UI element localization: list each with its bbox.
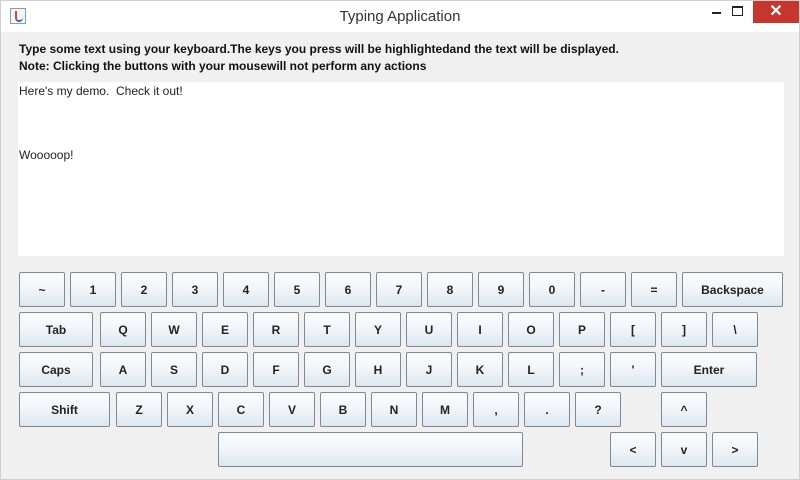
key-c[interactable]: C — [218, 392, 264, 427]
key-5[interactable]: 5 — [274, 272, 320, 307]
key-b[interactable]: B — [320, 392, 366, 427]
key-y[interactable]: Y — [355, 312, 401, 347]
key-right-arrow[interactable]: > — [712, 432, 758, 467]
key-u[interactable]: U — [406, 312, 452, 347]
key-t[interactable]: T — [304, 312, 350, 347]
window-title: Typing Application — [339, 8, 461, 25]
key-3[interactable]: 3 — [172, 272, 218, 307]
key-period[interactable]: . — [524, 392, 570, 427]
key-semicolon[interactable]: ; — [559, 352, 605, 387]
key-j[interactable]: J — [406, 352, 452, 387]
key-8[interactable]: 8 — [427, 272, 473, 307]
key-tab[interactable]: Tab — [19, 312, 93, 347]
key-h[interactable]: H — [355, 352, 401, 387]
key-l[interactable]: L — [508, 352, 554, 387]
text-line: Here's my demo. Check it out! — [19, 84, 183, 98]
key-k[interactable]: K — [457, 352, 503, 387]
minimize-icon — [712, 12, 721, 14]
key-v[interactable]: V — [269, 392, 315, 427]
key-p[interactable]: P — [559, 312, 605, 347]
maximize-icon — [732, 6, 743, 16]
key-g[interactable]: G — [304, 352, 350, 387]
close-button[interactable]: ✕ — [753, 1, 799, 23]
key-w[interactable]: W — [151, 312, 197, 347]
key-f[interactable]: F — [253, 352, 299, 387]
key-0[interactable]: 0 — [529, 272, 575, 307]
app-window: Typing Application ✕ Type some text usin… — [0, 0, 800, 480]
key-left-arrow[interactable]: < — [610, 432, 656, 467]
key-d[interactable]: D — [202, 352, 248, 387]
key-down-arrow[interactable]: v — [661, 432, 707, 467]
instruction-line-1: Type some text using your keyboard.The k… — [19, 42, 619, 56]
close-icon: ✕ — [769, 3, 783, 20]
key-e[interactable]: E — [202, 312, 248, 347]
key-apostrophe[interactable]: ' — [610, 352, 656, 387]
key-caps[interactable]: Caps — [19, 352, 93, 387]
typing-text-area[interactable]: Here's my demo. Check it out! Wooooop! — [18, 82, 784, 256]
key-2[interactable]: 2 — [121, 272, 167, 307]
key-7[interactable]: 7 — [376, 272, 422, 307]
key-up-arrow[interactable]: ^ — [661, 392, 707, 427]
key-z[interactable]: Z — [116, 392, 162, 427]
key-n[interactable]: N — [371, 392, 417, 427]
key-r[interactable]: R — [253, 312, 299, 347]
key-right-bracket[interactable]: ] — [661, 312, 707, 347]
key-o[interactable]: O — [508, 312, 554, 347]
key-space[interactable] — [218, 432, 523, 467]
key-6[interactable]: 6 — [325, 272, 371, 307]
key-shift[interactable]: Shift — [19, 392, 110, 427]
text-line: Wooooop! — [19, 148, 74, 162]
title-bar: Typing Application ✕ — [1, 1, 799, 32]
key-minus[interactable]: - — [580, 272, 626, 307]
key-q[interactable]: Q — [100, 312, 146, 347]
key-x[interactable]: X — [167, 392, 213, 427]
key-m[interactable]: M — [422, 392, 468, 427]
maximize-button[interactable] — [726, 1, 748, 23]
key-question-mark[interactable]: ? — [575, 392, 621, 427]
key-i[interactable]: I — [457, 312, 503, 347]
key-comma[interactable]: , — [473, 392, 519, 427]
key-a[interactable]: A — [100, 352, 146, 387]
key-backslash[interactable]: \ — [712, 312, 758, 347]
key-1[interactable]: 1 — [70, 272, 116, 307]
key-tilde[interactable]: ~ — [19, 272, 65, 307]
instruction-line-2: Note: Clicking the buttons with your mou… — [19, 59, 427, 73]
key-equals[interactable]: = — [631, 272, 677, 307]
key-9[interactable]: 9 — [478, 272, 524, 307]
key-backspace[interactable]: Backspace — [682, 272, 783, 307]
key-4[interactable]: 4 — [223, 272, 269, 307]
key-enter[interactable]: Enter — [661, 352, 757, 387]
key-s[interactable]: S — [151, 352, 197, 387]
key-left-bracket[interactable]: [ — [610, 312, 656, 347]
